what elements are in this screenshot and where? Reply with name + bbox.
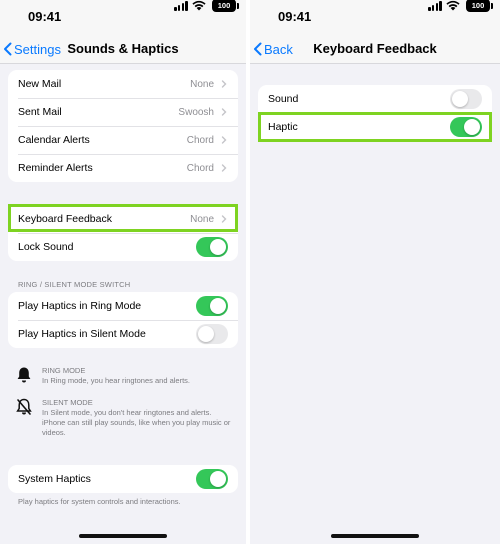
status-bar: 09:41 100	[0, 0, 246, 34]
sound-row: Sound	[258, 85, 492, 113]
chevron-right-icon	[221, 164, 227, 172]
ring-mode-text: In Ring mode, you hear ringtones and ale…	[42, 376, 191, 385]
ring-mode-note: RING MODE In Ring mode, you hear rington…	[42, 366, 234, 386]
row-label: New Mail	[18, 78, 62, 90]
lock-sound-row: Lock Sound	[8, 233, 238, 261]
lock-sound-toggle[interactable]	[196, 237, 228, 257]
haptic-toggle[interactable]	[450, 117, 482, 137]
alert-row-reminder[interactable]: Reminder Alerts Chord	[8, 154, 238, 182]
alert-sounds-group: New Mail None Sent Mail Swoosh Calendar …	[8, 70, 238, 182]
cellular-signal-icon	[174, 1, 188, 11]
home-indicator	[79, 534, 167, 538]
row-label: Play Haptics in Ring Mode	[18, 300, 142, 312]
home-indicator	[331, 534, 419, 538]
status-time: 09:41	[278, 9, 312, 24]
row-label: Play Haptics in Silent Mode	[18, 328, 146, 340]
chevron-right-icon	[221, 80, 227, 88]
silent-mode-text: In Silent mode, you don't hear ringtones…	[42, 408, 231, 437]
status-bar: 09:41 100	[250, 0, 500, 34]
haptics-ring-row: Play Haptics in Ring Mode	[8, 292, 238, 320]
row-label: Keyboard Feedback	[18, 213, 112, 225]
toggle-knob	[464, 119, 480, 135]
bell-slash-icon	[16, 398, 32, 415]
cellular-signal-icon	[428, 1, 442, 11]
ring-silent-group: Play Haptics in Ring Mode Play Haptics i…	[8, 292, 238, 348]
haptic-row: Haptic	[258, 113, 492, 141]
chevron-right-icon	[221, 108, 227, 116]
wifi-icon	[192, 0, 206, 11]
toggle-knob	[452, 91, 468, 107]
wifi-icon	[446, 0, 460, 11]
keyboard-feedback-screen: 09:41 100 Back Keyboard Feedback Sound H…	[250, 0, 500, 544]
keyboard-feedback-group: Sound Haptic	[258, 85, 492, 141]
haptics-silent-toggle[interactable]	[196, 324, 228, 344]
ring-mode-title: RING MODE	[42, 366, 86, 375]
system-haptics-footer: Play haptics for system controls and int…	[18, 497, 181, 506]
battery-cap	[491, 3, 493, 9]
toggle-knob	[210, 471, 226, 487]
keyboard-feedback-row[interactable]: Keyboard Feedback None	[8, 205, 238, 233]
row-label: Reminder Alerts	[18, 162, 93, 174]
row-label: Sound	[268, 93, 299, 105]
battery-icon: 100	[212, 0, 236, 12]
row-label: Lock Sound	[18, 241, 74, 253]
toggle-knob	[210, 298, 226, 314]
system-haptics-row: System Haptics	[8, 465, 238, 493]
row-value: Chord	[186, 134, 214, 146]
row-value: Swoosh	[178, 106, 214, 118]
page-title: Keyboard Feedback	[313, 41, 437, 56]
battery-cap	[237, 3, 239, 9]
row-value: None	[190, 78, 214, 90]
navigation-bar: Settings Sounds & Haptics	[0, 34, 246, 64]
toggle-knob	[210, 239, 226, 255]
sounds-haptics-screen: 09:41 100 Settings Sounds & Haptics New …	[0, 0, 246, 544]
navigation-bar: Back Keyboard Feedback	[250, 34, 500, 64]
alert-row-calendar[interactable]: Calendar Alerts Chord	[8, 126, 238, 154]
row-label: Haptic	[268, 121, 298, 133]
row-value: None	[190, 213, 214, 225]
row-label: Sent Mail	[18, 106, 62, 118]
alert-row-sent-mail[interactable]: Sent Mail Swoosh	[8, 98, 238, 126]
toggle-knob	[198, 326, 214, 342]
status-time: 09:41	[28, 9, 62, 24]
bell-icon	[17, 367, 31, 383]
silent-mode-title: SILENT MODE	[42, 398, 93, 407]
row-label: Calendar Alerts	[18, 134, 90, 146]
silent-mode-note: SILENT MODE In Silent mode, you don't he…	[42, 398, 234, 438]
page-title: Sounds & Haptics	[67, 41, 179, 56]
row-value: Chord	[186, 162, 214, 174]
sound-toggle[interactable]	[450, 89, 482, 109]
haptics-ring-toggle[interactable]	[196, 296, 228, 316]
ring-silent-section-header: RING / SILENT MODE SWITCH	[18, 280, 131, 289]
system-haptics-toggle[interactable]	[196, 469, 228, 489]
battery-icon: 100	[466, 0, 490, 12]
chevron-right-icon	[221, 215, 227, 223]
keyboard-lock-group: Keyboard Feedback None Lock Sound	[8, 205, 238, 261]
row-label: System Haptics	[18, 473, 91, 485]
chevron-right-icon	[221, 136, 227, 144]
system-haptics-group: System Haptics	[8, 465, 238, 493]
haptics-silent-row: Play Haptics in Silent Mode	[8, 320, 238, 348]
alert-row-new-mail[interactable]: New Mail None	[8, 70, 238, 98]
